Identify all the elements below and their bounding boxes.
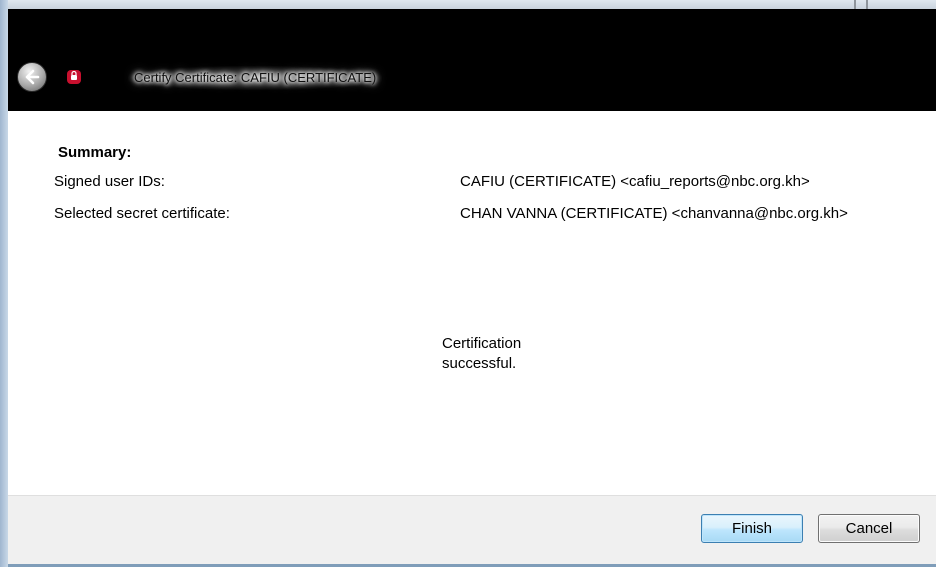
secret-certificate-value: CHAN VANNA (CERTIFICATE) <chanvanna@nbc.… (460, 205, 848, 222)
secret-certificate-label: Selected secret certificate: (54, 205, 230, 222)
border-divider (854, 0, 856, 9)
window-title: Certify Certificate: CAFIU (CERTIFICATE) (128, 66, 383, 90)
cancel-button[interactable]: Cancel (818, 514, 920, 543)
certificate-app-icon (66, 69, 82, 85)
wizard-window: Certify Certificate: CAFIU (CERTIFICATE)… (0, 0, 936, 567)
finish-button[interactable]: Finish (701, 514, 803, 543)
signed-user-ids-label: Signed user IDs: (54, 173, 165, 190)
back-arrow-icon (25, 69, 40, 85)
button-bar: Finish Cancel (8, 495, 936, 567)
content-area: Summary: Signed user IDs: CAFIU (CERTIFI… (8, 111, 936, 496)
summary-heading: Summary: (58, 144, 132, 161)
back-button[interactable] (17, 62, 47, 92)
signed-user-ids-value: CAFIU (CERTIFICATE) <cafiu_reports@nbc.o… (460, 173, 810, 190)
title-bar (8, 9, 936, 111)
window-top-border (8, 0, 936, 9)
border-divider (866, 0, 868, 9)
status-message: Certification successful. (442, 335, 522, 372)
window-left-border (0, 0, 8, 567)
